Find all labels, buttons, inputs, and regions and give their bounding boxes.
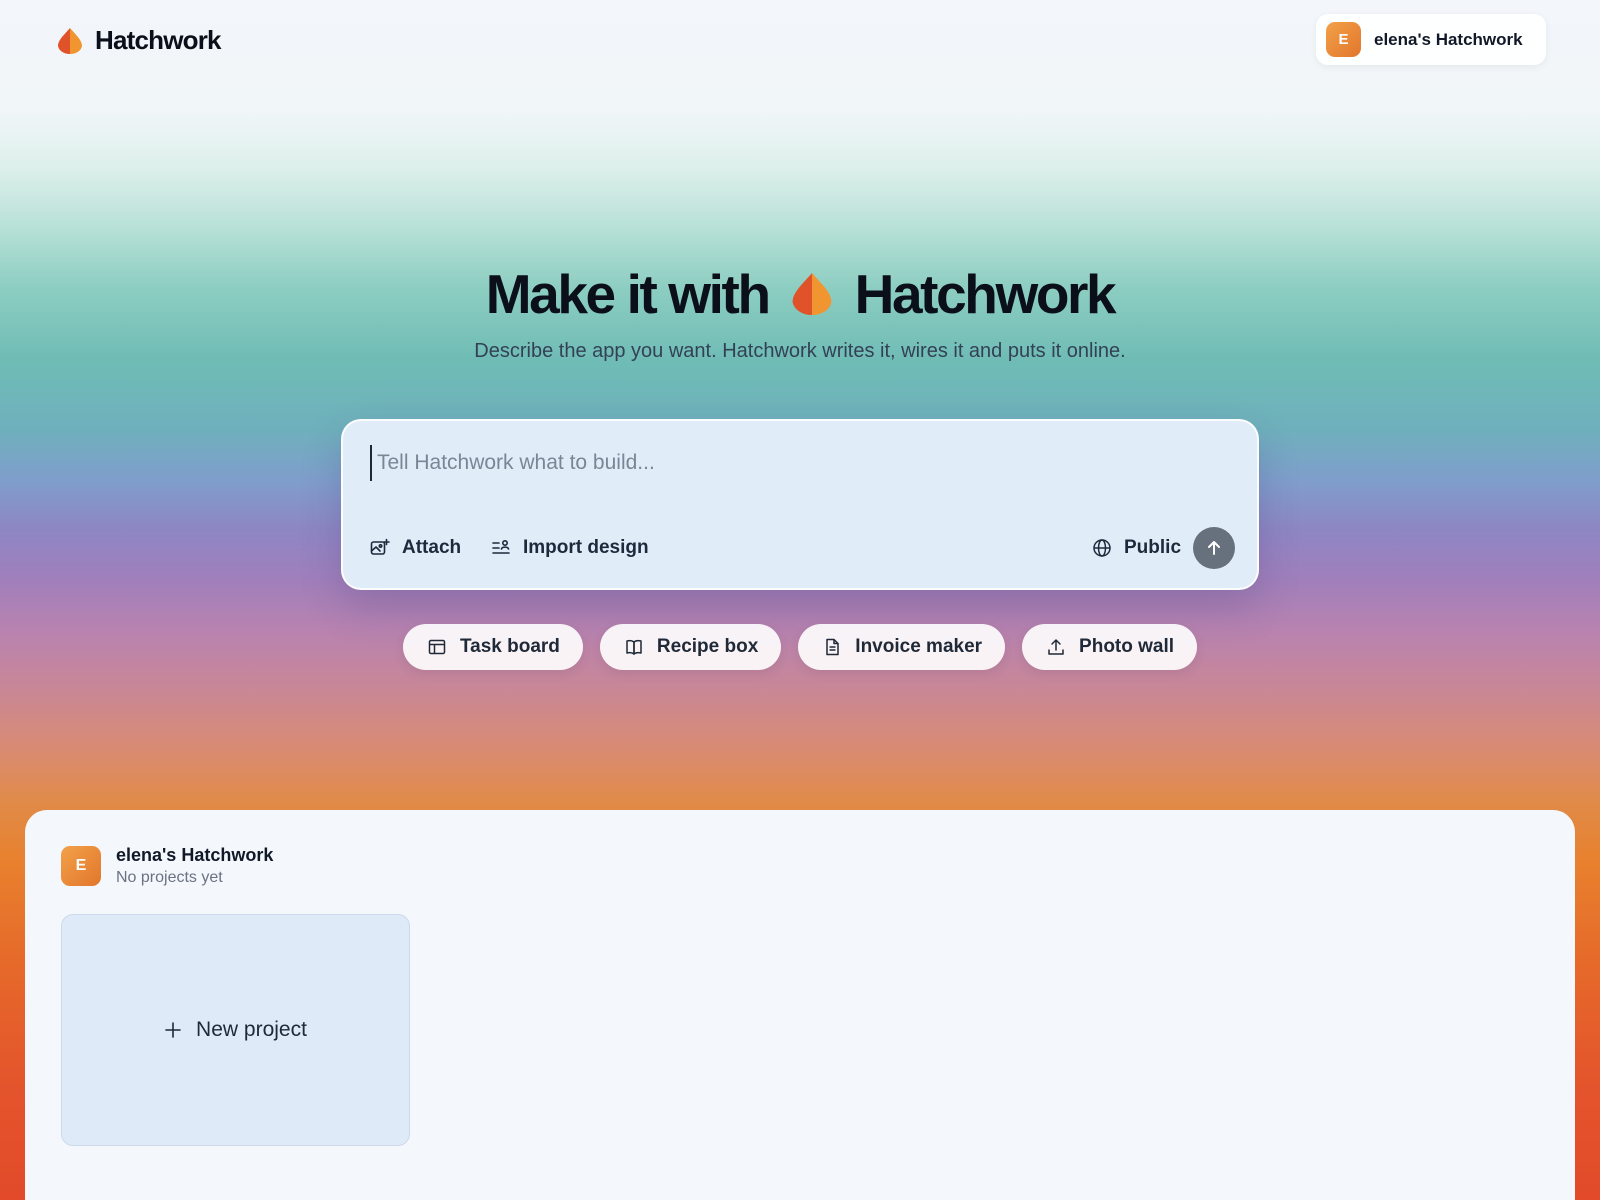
- workspace-title: elena's Hatchwork: [116, 845, 274, 865]
- visibility-label: Public: [1124, 537, 1182, 558]
- prompt-box: Attach Import design Public: [341, 419, 1259, 590]
- import-design-button[interactable]: Import design: [491, 537, 649, 559]
- brand-name: Hatchwork: [95, 25, 222, 55]
- workspace-switcher-button[interactable]: E elena's Hatchwork: [1316, 14, 1546, 65]
- send-button[interactable]: [1193, 527, 1235, 569]
- import-design-icon: [492, 539, 510, 554]
- workspace-label: elena's Hatchwork: [1374, 29, 1523, 49]
- hero-title-text: Make it with: [485, 263, 771, 325]
- chip-task-board[interactable]: Task board: [402, 624, 583, 670]
- chip-label: Invoice maker: [855, 636, 983, 657]
- hatchwork-logo-icon: [792, 273, 832, 316]
- prompt-input[interactable]: [370, 445, 1230, 481]
- plus-icon: [165, 1022, 181, 1038]
- attach-label: Attach: [402, 537, 462, 558]
- globe-icon: [1093, 539, 1111, 557]
- chip-invoice-maker[interactable]: Invoice maker: [798, 624, 1006, 670]
- image-plus-icon: [370, 538, 390, 555]
- book-icon: [626, 639, 642, 655]
- hero-title: Make it with Hatchwork: [0, 262, 1600, 326]
- chip-label: Task board: [459, 636, 560, 657]
- brand-logo[interactable]: Hatchwork: [57, 25, 222, 56]
- chip-label: Photo wall: [1079, 636, 1175, 657]
- hero-title-brand: Hatchwork: [854, 263, 1117, 325]
- workspace-panel: E elena's Hatchwork No projects yet New …: [25, 810, 1575, 1200]
- top-bar: Hatchwork E elena's Hatchwork: [0, 0, 1600, 82]
- new-project-label: New project: [196, 1018, 307, 1041]
- hatchwork-logo-icon: [58, 27, 82, 54]
- import-design-label: Import design: [523, 537, 649, 558]
- workspace-meta: No projects yet: [116, 869, 223, 886]
- chip-recipe-box[interactable]: Recipe box: [599, 624, 782, 670]
- upload-icon: [1048, 639, 1064, 655]
- attach-button[interactable]: Attach: [370, 537, 461, 559]
- visibility-button[interactable]: Public: [1092, 537, 1181, 559]
- new-project-card[interactable]: New project: [61, 914, 410, 1146]
- chip-photo-wall[interactable]: Photo wall: [1022, 624, 1198, 670]
- workspace-avatar: E: [1326, 22, 1361, 57]
- chip-label: Recipe box: [656, 636, 759, 657]
- hero-subtitle: Describe the app you want. Hatchwork wri…: [474, 340, 1126, 362]
- workspace-avatar: E: [61, 846, 101, 886]
- arrow-up-icon: [1208, 541, 1220, 555]
- workspace-header: E elena's Hatchwork No projects yet: [61, 845, 273, 887]
- suggestion-chips: Task board Recipe box Invoice maker Phot…: [0, 624, 1600, 670]
- table-icon: [428, 639, 446, 655]
- document-icon: [826, 638, 840, 656]
